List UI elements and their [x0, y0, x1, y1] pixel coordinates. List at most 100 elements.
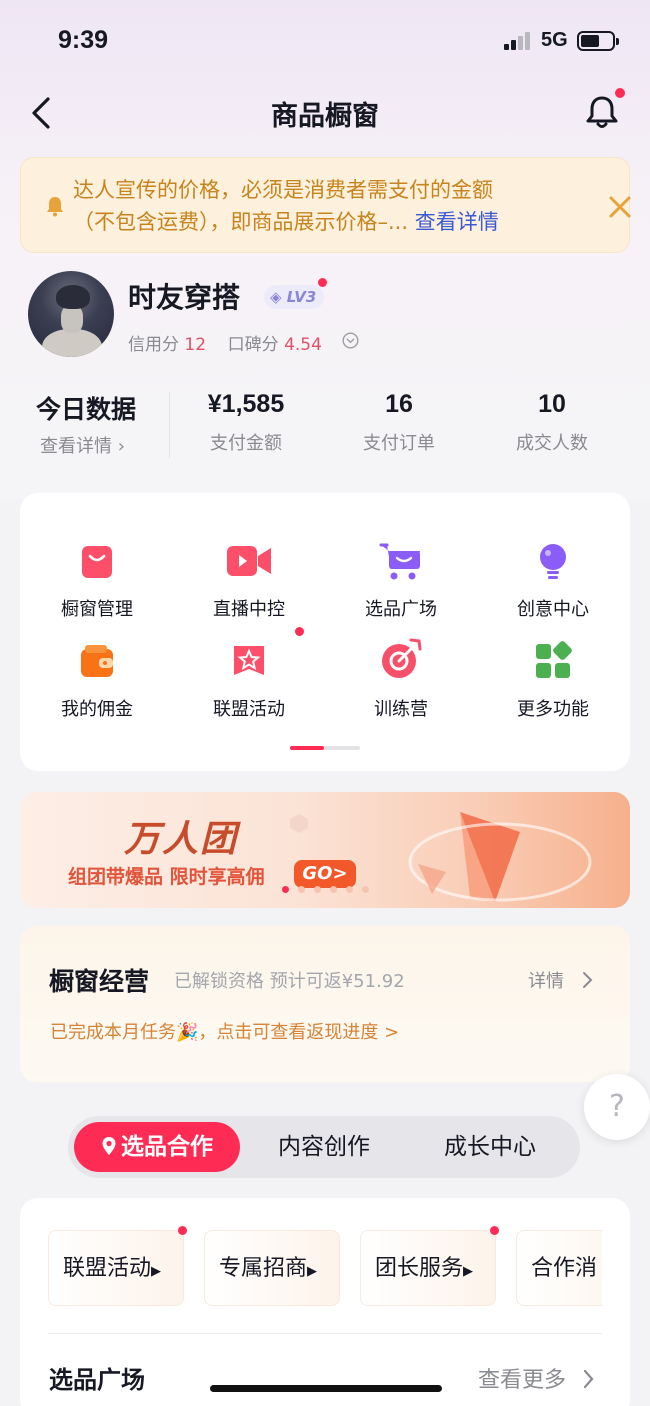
triangle-right-icon: ▶ [307, 1264, 318, 1279]
ops-detail-label: 详情 [528, 971, 564, 992]
section-more-label: 查看更多 [478, 1368, 567, 1393]
target-icon [381, 638, 422, 681]
reputation-value: 4.54 [284, 335, 322, 355]
page-title: 商品橱窗 [271, 101, 379, 132]
stats-detail-link[interactable]: 查看详情 › [40, 432, 125, 458]
tab-content-creation[interactable]: 内容创作 [244, 1122, 404, 1172]
stats-divider [169, 392, 170, 458]
ops-subtitle: 已解锁资格 预计可返¥51.92 [174, 971, 405, 992]
chip-cooperation[interactable]: 合作消 [516, 1230, 602, 1306]
chip-label: 团长服务 [375, 1256, 464, 1281]
status-time: 9:39 [58, 26, 109, 54]
reputation-label: 口碑分 [227, 335, 279, 355]
triangle-right-icon: ▶ [151, 1264, 162, 1279]
level-badge[interactable]: ◈ LV3 [264, 285, 325, 309]
section-more-link[interactable]: 查看更多 [478, 1362, 595, 1394]
nav-bar: 商品橱窗 [0, 84, 650, 140]
notification-badge [615, 88, 625, 98]
func-label: 更多功能 [517, 699, 589, 720]
chevron-down-circle-icon[interactable] [342, 332, 359, 349]
chip-badge [490, 1226, 499, 1235]
grid-icon [533, 641, 573, 681]
cube-art-icon [290, 814, 308, 833]
func-my-commission[interactable]: 我的佣金 [22, 641, 172, 721]
close-icon[interactable] [607, 194, 633, 220]
avatar[interactable] [28, 271, 114, 357]
window-operations-card[interactable]: 橱窗经营 已解锁资格 预计可返¥51.92 详情 已完成本月任务🎉，点击可查看返… [20, 926, 630, 1082]
today-stats: 今日数据 查看详情 › ¥1,585 支付金额 16 支付订单 10 成交人数 [0, 386, 650, 466]
account-name: 时友穿搭 [128, 281, 241, 314]
stats-title: 今日数据 [36, 395, 137, 424]
chevron-right-icon [583, 1369, 594, 1389]
network-type: 5G [541, 29, 568, 51]
tab-growth-center[interactable]: 成长中心 [410, 1122, 570, 1172]
cart-icon [379, 541, 421, 581]
section-title: 选品广场 [49, 1366, 145, 1394]
notice-line-1: 达人宣传的价格，必须是消费者需支付的金额 [73, 178, 493, 202]
chip-alliance-activity[interactable]: 联盟活动▶ [48, 1230, 184, 1306]
function-grid: 橱窗管理 直播中控 选品广场 创意中心 我的佣金 联盟活动 训练营 更多功能 [20, 493, 630, 771]
stat-label: 成交人数 [516, 433, 588, 454]
stat-label: 支付金额 [210, 433, 282, 454]
chip-label: 联盟活动 [63, 1256, 152, 1281]
stat-pay-amount[interactable]: ¥1,585 支付金额 [176, 390, 316, 455]
banner-title: 万人团 [124, 819, 239, 860]
notice-text: 达人宣传的价格，必须是消费者需支付的金额 （不包含运费），即商品展示价格–...… [73, 174, 573, 238]
ops-progress-link[interactable]: 已完成本月任务🎉，点击可查看返现进度 > [50, 1018, 399, 1044]
stat-buyers[interactable]: 10 成交人数 [482, 390, 622, 455]
tab-product-cooperation[interactable]: 选品合作 [74, 1122, 240, 1172]
tab-label: 选品合作 [121, 1134, 213, 1160]
stat-label: 支付订单 [363, 433, 435, 454]
level-text: LV3 [286, 288, 317, 306]
bell-icon [586, 96, 618, 128]
func-product-plaza[interactable]: 选品广场 [326, 541, 476, 621]
stat-value: ¥1,585 [207, 390, 285, 418]
price-notice[interactable]: 达人宣传的价格，必须是消费者需支付的金额 （不包含运费），即商品展示价格–...… [20, 157, 633, 253]
func-label: 直播中控 [213, 599, 285, 620]
promo-banner[interactable]: 万人团 组团带爆品 限时享高佣 GO> [20, 792, 630, 908]
live-control-badge [295, 627, 304, 636]
chip-badge [178, 1226, 187, 1235]
small-arrow-art-icon [418, 864, 446, 894]
func-creative-center[interactable]: 创意中心 [478, 541, 628, 621]
lightbulb-icon [533, 541, 573, 581]
selection-card: 联盟活动▶ 专属招商▶ 团长服务▶ 合作消 选品广场 查看更多 [20, 1198, 630, 1406]
func-alliance-activity[interactable]: 联盟活动 [174, 641, 324, 721]
func-label: 联盟活动 [213, 699, 285, 720]
func-window-management[interactable]: 橱窗管理 [22, 541, 172, 621]
notification-button[interactable] [582, 92, 622, 132]
chip-label: 专属招商 [219, 1256, 308, 1281]
func-training-camp[interactable]: 训练营 [326, 638, 476, 721]
ops-detail-link[interactable]: 详情 [528, 967, 594, 993]
func-label: 橱窗管理 [61, 599, 133, 620]
notice-detail-link[interactable]: 查看详情 [415, 210, 499, 234]
level-badge-dot [318, 278, 327, 287]
stat-value: 16 [385, 390, 413, 418]
func-live-control[interactable]: 直播中控 [174, 541, 324, 621]
banner-pager [282, 886, 372, 894]
chip-exclusive-recruitment[interactable]: 专属招商▶ [204, 1230, 340, 1306]
chip-label: 合作消 [531, 1256, 598, 1281]
category-tabs: 选品合作 内容创作 成长中心 [68, 1116, 580, 1178]
battery-icon [577, 31, 619, 51]
grid-pager [290, 746, 360, 750]
func-label: 选品广场 [365, 599, 437, 620]
signal-icon [504, 32, 532, 50]
score-row: 信用分 12 口碑分 4.54 [128, 330, 322, 355]
credit-label: 信用分 [128, 335, 179, 355]
chip-leader-service[interactable]: 团长服务▶ [360, 1230, 496, 1306]
stat-value: 10 [538, 390, 566, 418]
location-pin-icon [102, 1137, 116, 1155]
func-label: 我的佣金 [61, 699, 133, 720]
func-label: 创意中心 [517, 599, 589, 620]
func-label: 训练营 [374, 699, 428, 720]
video-camera-icon [227, 541, 271, 581]
triangle-right-icon: ▶ [463, 1264, 474, 1279]
banner-go-button[interactable]: GO> [294, 860, 356, 888]
stat-pay-orders[interactable]: 16 支付订单 [329, 390, 469, 455]
star-badge-icon [229, 641, 269, 681]
help-button[interactable]: ? [584, 1074, 650, 1140]
ops-title: 橱窗经营 [49, 967, 150, 996]
home-indicator[interactable] [210, 1385, 442, 1392]
func-more[interactable]: 更多功能 [478, 641, 628, 721]
